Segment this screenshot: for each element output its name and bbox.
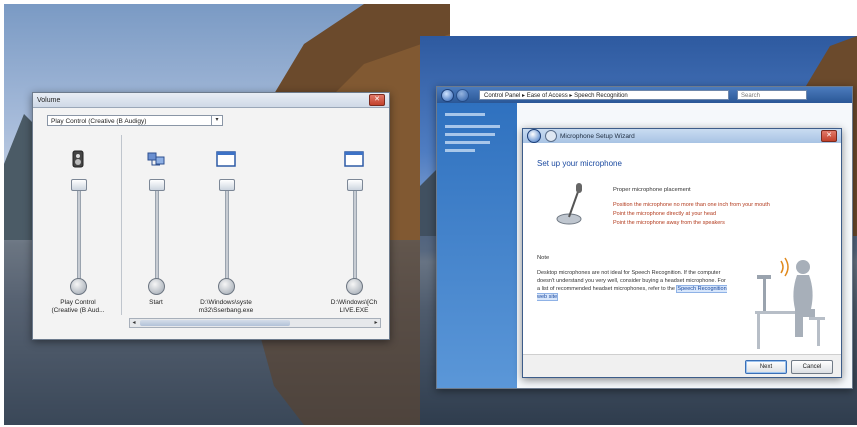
placement-tip: Position the microphone no more than one… bbox=[613, 202, 770, 208]
volume-slider-thumb[interactable] bbox=[347, 179, 363, 191]
window-title: Volume bbox=[37, 96, 61, 104]
explorer-navigation-bar: Control Panel ▸ Ease of Access ▸ Speech … bbox=[437, 87, 852, 103]
address-bar[interactable]: Control Panel ▸ Ease of Access ▸ Speech … bbox=[479, 90, 729, 100]
speaker-icon bbox=[72, 150, 84, 168]
volume-channel-play-control: Play Control (Creative (B Aud... bbox=[43, 149, 113, 329]
task-link[interactable] bbox=[445, 113, 485, 116]
task-link[interactable] bbox=[445, 133, 495, 136]
volume-slider-thumb[interactable] bbox=[71, 179, 87, 191]
close-button[interactable]: ✕ bbox=[369, 94, 385, 106]
placement-title: Proper microphone placement bbox=[613, 187, 691, 193]
wizard-footer: Next Cancel bbox=[523, 354, 841, 377]
mute-button[interactable] bbox=[148, 278, 165, 295]
cancel-button[interactable]: Cancel bbox=[791, 360, 833, 374]
channel-label: D:\Windows\[Ch LIVE.EXE bbox=[330, 299, 378, 314]
mute-button[interactable] bbox=[346, 278, 363, 295]
next-button[interactable]: Next bbox=[745, 360, 787, 374]
channel-label: Start bbox=[149, 299, 163, 306]
volume-slider-thumb[interactable] bbox=[219, 179, 235, 191]
mute-button[interactable] bbox=[218, 278, 235, 295]
placement-tips-list: Position the microphone no more than one… bbox=[613, 201, 770, 228]
close-button[interactable]: ✕ bbox=[821, 130, 837, 142]
volume-channel-start: Start bbox=[121, 149, 191, 329]
back-arrow-icon[interactable] bbox=[527, 129, 541, 143]
search-input[interactable]: Search bbox=[737, 90, 807, 100]
chevron-down-icon[interactable]: ▾ bbox=[211, 116, 222, 125]
task-link[interactable] bbox=[445, 125, 500, 128]
forward-arrow-icon[interactable] bbox=[456, 88, 469, 102]
device-selector[interactable]: Play Control (Creative (B Audigy) ▾ bbox=[47, 115, 223, 126]
placement-tip: Point the microphone away from the speak… bbox=[613, 220, 725, 226]
channel-divider bbox=[121, 135, 122, 315]
task-link[interactable] bbox=[445, 141, 490, 144]
volume-slider-track[interactable] bbox=[225, 183, 229, 281]
volume-channel-app-2: D:\Windows\[Ch LIVE.EXE bbox=[319, 149, 389, 329]
application-window-icon bbox=[216, 151, 236, 167]
wizard-title-bar: Microphone Setup Wizard ✕ bbox=[523, 129, 841, 143]
volume-slider-track[interactable] bbox=[77, 183, 81, 281]
volume-slider-track[interactable] bbox=[353, 183, 357, 281]
desktop-microphone-icon bbox=[556, 183, 582, 225]
volume-channel-app-1: D:\Windows\syste m32\Sserbang.exe bbox=[191, 149, 261, 329]
note-text: Desktop microphones are not ideal for Sp… bbox=[537, 269, 727, 301]
page-title: Set up your microphone bbox=[537, 159, 622, 168]
horizontal-scrollbar[interactable]: ◂ ▸ bbox=[129, 318, 381, 328]
network-icon bbox=[147, 152, 165, 166]
note-title: Note bbox=[537, 255, 550, 261]
application-window-icon bbox=[344, 151, 364, 167]
channel-label: D:\Windows\syste m32\Sserbang.exe bbox=[198, 299, 254, 314]
placement-tip: Point the microphone directly at your he… bbox=[613, 211, 717, 217]
back-arrow-icon[interactable] bbox=[441, 88, 454, 102]
volume-slider-track[interactable] bbox=[155, 183, 159, 281]
scroll-right-icon[interactable]: ▸ bbox=[372, 319, 380, 327]
volume-mixer-window: Volume ✕ Play Control (Creative (B Audig… bbox=[32, 92, 390, 340]
volume-slider-thumb[interactable] bbox=[149, 179, 165, 191]
device-selector-value: Play Control (Creative (B Audigy) bbox=[51, 118, 147, 125]
scroll-left-icon[interactable]: ◂ bbox=[130, 319, 138, 327]
task-link[interactable] bbox=[445, 149, 475, 152]
microphone-wizard-icon bbox=[545, 130, 557, 142]
tasks-pane bbox=[437, 103, 517, 388]
channel-label: Play Control (Creative (B Aud... bbox=[51, 299, 105, 314]
wizard-title: Microphone Setup Wizard bbox=[560, 132, 635, 140]
scrollbar-thumb[interactable] bbox=[140, 320, 290, 326]
volume-title-bar: Volume ✕ bbox=[33, 93, 389, 108]
person-at-desk-illustration bbox=[755, 257, 825, 349]
microphone-setup-wizard: Microphone Setup Wizard ✕ Set up your mi… bbox=[522, 128, 842, 378]
mute-button[interactable] bbox=[70, 278, 87, 295]
